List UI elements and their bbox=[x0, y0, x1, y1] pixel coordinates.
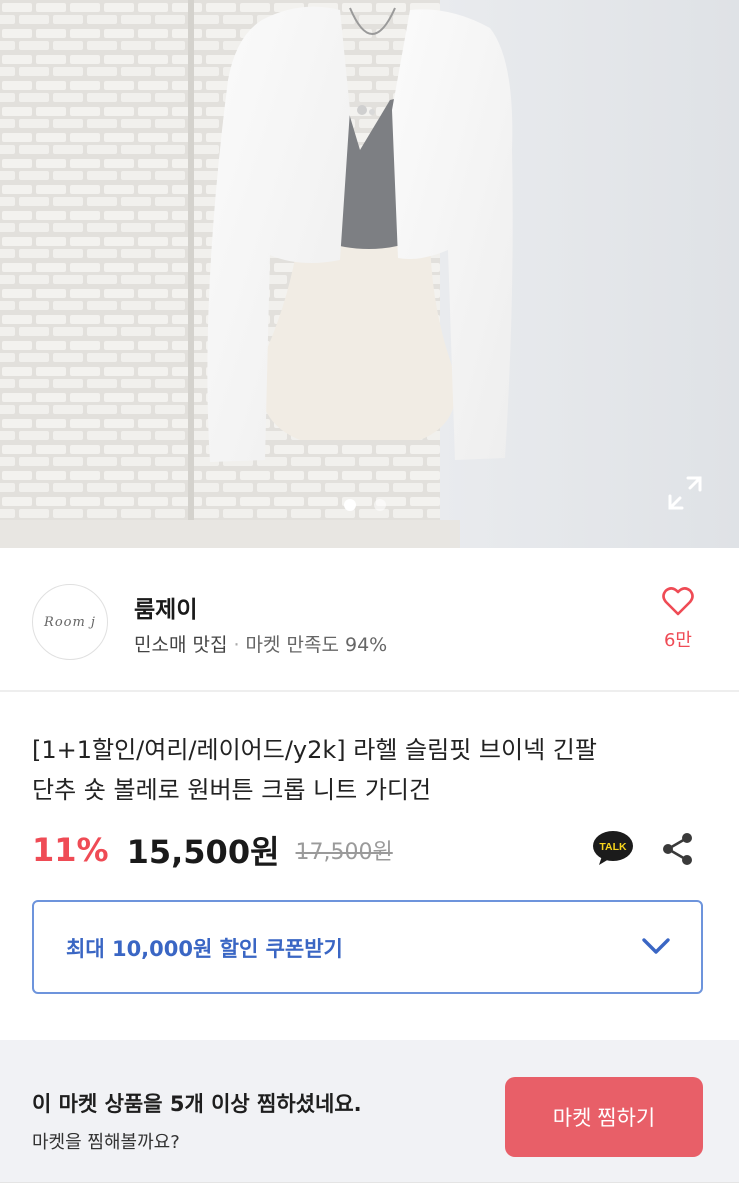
coupon-label: 최대 10,000원 할인 쿠폰받기 bbox=[66, 937, 343, 961]
discount-rate: 11% bbox=[32, 831, 109, 869]
product-title-line-2: 단추 숏 볼레로 원버튼 크롭 니트 가디건 bbox=[32, 776, 432, 804]
shop-tag: 민소매 맛집 bbox=[134, 634, 228, 656]
product-title: [1+1할인/여리/레이어드/y2k] 라헬 슬림핏 브이넥 긴팔 단추 숏 볼… bbox=[32, 730, 712, 810]
chevron-down-icon bbox=[642, 938, 670, 954]
like-button[interactable]: 6만 bbox=[650, 586, 706, 652]
product-title-line-1: [1+1할인/여리/레이어드/y2k] 라헬 슬림핏 브이넥 긴팔 bbox=[32, 736, 597, 764]
follow-market-button[interactable]: 마켓 찜하기 bbox=[505, 1077, 703, 1157]
follow-market-banner: 이 마켓 상품을 5개 이상 찜하셨네요. 마켓을 찜해볼까요? 마켓 찜하기 bbox=[0, 1040, 739, 1182]
shop-logo[interactable]: Room j bbox=[32, 584, 108, 660]
like-count: 6만 bbox=[663, 630, 692, 651]
talk-label: TALK bbox=[599, 841, 627, 853]
share-icon bbox=[663, 833, 692, 865]
price-row: 11% 15,500원 17,500원 bbox=[32, 828, 393, 872]
product-image-carousel[interactable] bbox=[0, 0, 739, 548]
banner-message: 이 마켓 상품을 5개 이상 찜하셨네요. bbox=[32, 1092, 362, 1116]
heart-icon bbox=[662, 587, 694, 616]
coupon-download-button[interactable]: 최대 10,000원 할인 쿠폰받기 bbox=[32, 900, 703, 994]
kakao-talk-button[interactable]: TALK bbox=[592, 830, 634, 866]
carousel-dot-2[interactable] bbox=[374, 499, 386, 511]
sale-price: 15,500원 bbox=[126, 833, 280, 871]
shop-name[interactable]: 룸제이 bbox=[134, 590, 197, 624]
shop-info: Room j 룸제이 민소매 맛집 · 마켓 만족도 94% 6만 bbox=[0, 548, 739, 692]
shop-logo-text: Room j bbox=[44, 614, 96, 630]
talk-bubble-icon: TALK bbox=[593, 831, 633, 865]
original-price: 17,500원 bbox=[295, 840, 393, 865]
carousel-dot-1[interactable] bbox=[344, 499, 356, 511]
market-satisfaction: 마켓 만족도 94% bbox=[245, 634, 388, 656]
banner-submessage: 마켓을 찜해볼까요? bbox=[32, 1132, 180, 1153]
separator: · bbox=[233, 634, 240, 656]
shop-subtitle: 민소매 맛집 · 마켓 만족도 94% bbox=[134, 630, 387, 657]
product-photo bbox=[0, 0, 739, 548]
expand-image-button[interactable] bbox=[666, 474, 704, 512]
bottom-divider bbox=[0, 1182, 739, 1200]
share-button[interactable] bbox=[660, 831, 696, 867]
fullscreen-icon bbox=[668, 476, 702, 510]
carousel-indicator bbox=[344, 499, 386, 511]
